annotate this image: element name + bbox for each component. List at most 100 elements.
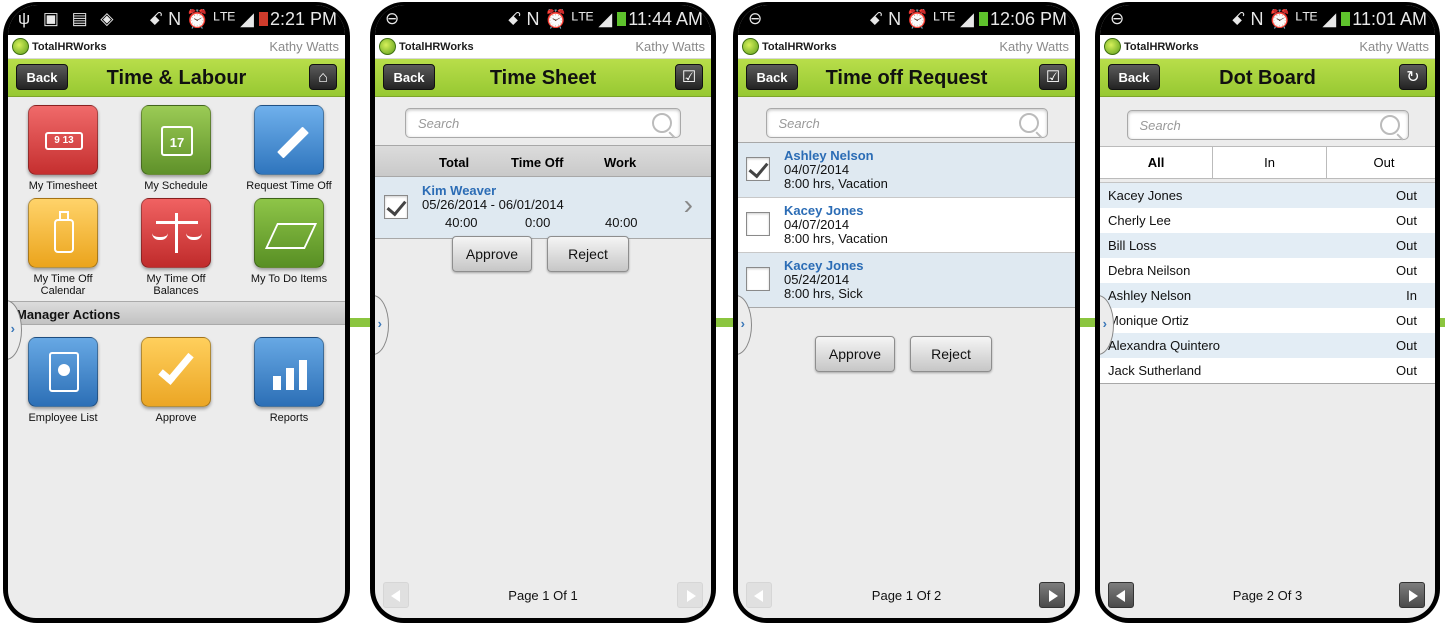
tile-my-time-off-balances[interactable]: My Time Off Balances <box>121 198 231 297</box>
segment-out[interactable]: Out <box>1327 147 1435 178</box>
search-input[interactable]: Search <box>1126 110 1409 140</box>
tile-label: Employee List <box>28 412 98 424</box>
table-row[interactable]: Kim Weaver 05/26/2014 - 06/01/2014 40:00… <box>375 177 711 239</box>
row-checkbox[interactable] <box>746 267 770 291</box>
battery-icon <box>617 12 627 26</box>
reject-button[interactable]: Reject <box>910 336 992 372</box>
person-name: Cherly Lee <box>1108 213 1171 228</box>
pager: Page 1 Of 1 <box>375 578 711 612</box>
next-page-button[interactable] <box>1039 582 1065 608</box>
checkbox-icon: ☑ <box>1045 69 1061 86</box>
request-row[interactable]: Kacey Jones 04/07/2014 8:00 hrs, Vacatio… <box>738 198 1075 253</box>
title-bar: Back Dot Board ↻ <box>1100 59 1435 97</box>
clipboard-icon <box>254 198 324 268</box>
approve-button[interactable]: Approve <box>452 236 532 272</box>
search-input[interactable]: Search <box>405 108 681 138</box>
list-item[interactable]: Alexandra Quintero Out <box>1100 333 1435 358</box>
brand: TotalHRWorks <box>379 38 474 55</box>
time-off-value: 0:00 <box>525 215 551 230</box>
row-checkbox[interactable] <box>384 195 408 219</box>
refresh-button[interactable]: ↻ <box>1399 64 1427 90</box>
phone-dot-board: ⊖ ꗃ N ⏰ ᴸᵀᴱ ◢ 11:01 AM TotalHRWorks Kath… <box>1095 2 1440 623</box>
clock: 2:21 PM <box>269 9 337 29</box>
tile-my-timesheet[interactable]: 9 13 My Timesheet <box>8 105 118 192</box>
brand: TotalHRWorks <box>1104 38 1199 55</box>
refresh-icon: ↻ <box>1406 69 1420 86</box>
search-placeholder: Search <box>778 116 820 131</box>
brand: TotalHRWorks <box>742 38 837 55</box>
person-name: Monique Ortiz <box>1108 313 1189 328</box>
search-placeholder: Search <box>418 116 460 131</box>
search-input[interactable]: Search <box>765 108 1048 138</box>
tile-request-time-off[interactable]: Request Time Off <box>234 105 344 192</box>
page-indicator: Page 1 Of 2 <box>871 588 942 603</box>
next-page-button[interactable] <box>677 582 703 608</box>
list-item[interactable]: Debra Neilson Out <box>1100 258 1435 283</box>
tile-approve[interactable]: Approve <box>121 337 231 424</box>
reject-button[interactable]: Reject <box>547 236 629 272</box>
list-item[interactable]: Jack Sutherland Out <box>1100 358 1435 383</box>
status-right: ꗃ N ⏰ ᴸᵀᴱ ◢ 2:21 PM <box>149 9 337 30</box>
status-bar: ⊖ ꗃ N ⏰ ᴸᵀᴱ ◢ 11:01 AM <box>1100 5 1435 35</box>
user-name: Kathy Watts <box>635 39 705 54</box>
contacts-book-icon <box>28 337 98 407</box>
screenshot-canvas: ψ ▣ ▤ ◈ ꗃ N ⏰ ᴸᵀᴱ ◢ 2:21 PM TotalHRWorks… <box>0 0 1445 625</box>
status-bar: ⊖ ꗃ N ⏰ ᴸᵀᴱ ◢ 11:44 AM <box>375 5 711 35</box>
select-all-button[interactable]: ☑ <box>1039 64 1067 90</box>
tile-my-time-off-calendar[interactable]: My Time Off Calendar <box>8 198 118 297</box>
person-status: Out <box>1396 213 1417 228</box>
status-right: ꗃ N ⏰ ᴸᵀᴱ ◢ 11:44 AM <box>507 9 703 30</box>
request-row[interactable]: Kacey Jones 05/24/2014 8:00 hrs, Sick <box>738 253 1075 308</box>
app-bar: TotalHRWorks Kathy Watts <box>8 35 345 59</box>
home-button[interactable]: ⌂ <box>309 64 337 90</box>
list-item[interactable]: Ashley Nelson In <box>1100 283 1435 308</box>
user-name: Kathy Watts <box>269 39 339 54</box>
title-bar: Back Time Sheet ☑ <box>375 59 711 97</box>
segment-all[interactable]: All <box>1100 147 1213 178</box>
drawer-handle[interactable]: › <box>375 295 389 355</box>
chevron-right-icon: › <box>10 321 15 336</box>
person-status: In <box>1406 288 1417 303</box>
person-name: Ashley Nelson <box>1108 288 1192 303</box>
tile-reports[interactable]: Reports <box>234 337 344 424</box>
request-date: 05/24/2014 <box>784 272 850 287</box>
list-item[interactable]: Bill Loss Out <box>1100 233 1435 258</box>
tile-my-schedule[interactable]: 17 My Schedule <box>121 105 231 192</box>
search-icon <box>1379 115 1400 135</box>
user-name: Kathy Watts <box>1359 39 1429 54</box>
tile-label: My Schedule <box>144 180 208 192</box>
calendar-day: 17 <box>161 126 193 156</box>
list-item[interactable]: Monique Ortiz Out <box>1100 308 1435 333</box>
luggage-icon <box>28 198 98 268</box>
title-bar: Back Time & Labour ⌂ <box>8 59 345 97</box>
page-indicator: Page 1 Of 1 <box>508 588 578 603</box>
row-checkbox[interactable] <box>746 157 770 181</box>
list-item[interactable]: Kacey Jones Out <box>1100 183 1435 208</box>
chevron-right-icon: › <box>1102 316 1107 331</box>
request-detail: 8:00 hrs, Sick <box>784 286 863 301</box>
tile-label: Reports <box>269 412 309 424</box>
phone-time-off-request: ⊖ ꗃ N ⏰ ᴸᵀᴱ ◢ 12:06 PM TotalHRWorks Kath… <box>733 2 1080 623</box>
screen: ⊖ ꗃ N ⏰ ᴸᵀᴱ ◢ 12:06 PM TotalHRWorks Kath… <box>738 5 1075 618</box>
request-detail: 8:00 hrs, Vacation <box>784 231 888 246</box>
minus-circle-icon: ⊖ <box>385 9 404 28</box>
minus-circle-icon: ⊖ <box>748 9 767 28</box>
signal-icons: ꗃ N ⏰ ᴸᵀᴱ ◢ <box>868 9 974 29</box>
list-item[interactable]: Cherly Lee Out <box>1100 208 1435 233</box>
row-checkbox[interactable] <box>746 212 770 236</box>
signal-icons: ꗃ N ⏰ ᴸᵀᴱ ◢ <box>507 9 613 29</box>
chevron-right-icon: › <box>377 316 382 331</box>
manager-tile-grid: Employee List Approve Reports <box>8 325 345 445</box>
person-name: Jack Sutherland <box>1108 363 1202 378</box>
search-area: Search <box>1100 97 1435 143</box>
status-right: ꗃ N ⏰ ᴸᵀᴱ ◢ 11:01 AM <box>1231 9 1427 30</box>
next-page-button[interactable] <box>1399 582 1425 608</box>
segment-in[interactable]: In <box>1213 147 1327 178</box>
request-row[interactable]: Ashley Nelson 04/07/2014 8:00 hrs, Vacat… <box>738 143 1075 198</box>
approve-button[interactable]: Approve <box>815 336 895 372</box>
select-all-button[interactable]: ☑ <box>675 64 703 90</box>
tile-employee-list[interactable]: Employee List <box>8 337 118 424</box>
tile-my-to-do-items[interactable]: My To Do Items <box>234 198 344 285</box>
filter-segmented-control: All In Out <box>1100 146 1435 179</box>
column-header-total: Total <box>439 155 470 170</box>
